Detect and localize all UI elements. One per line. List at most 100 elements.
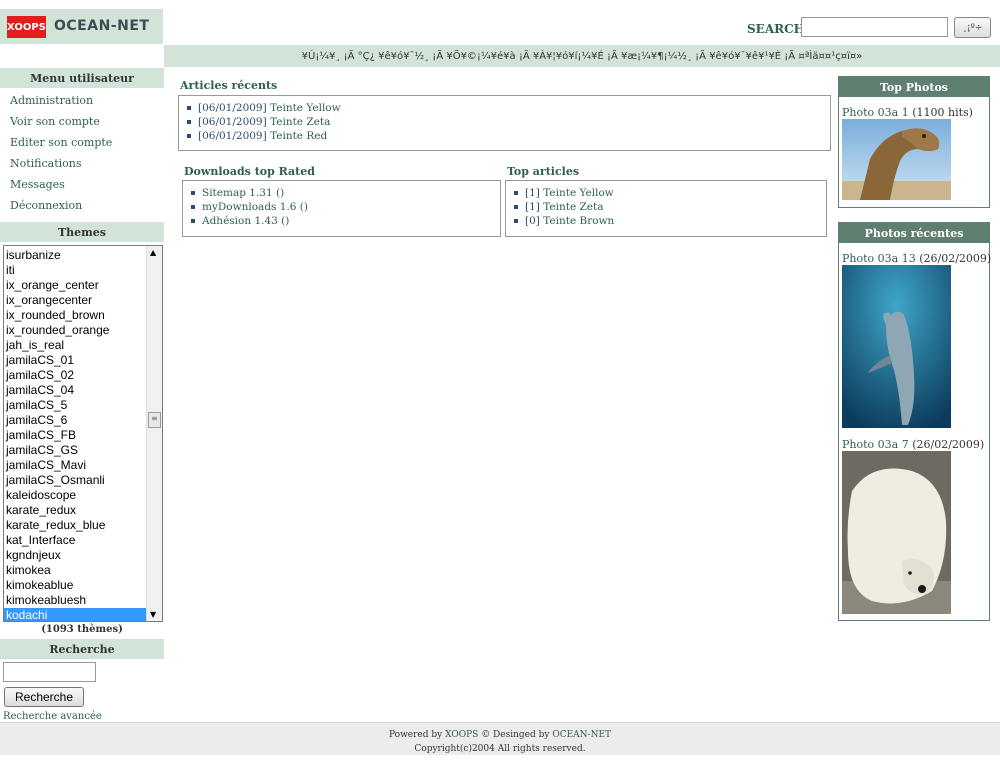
scroll-up-arrow-icon[interactable]: ▲: [150, 248, 156, 257]
user-menu-item-deconnexion[interactable]: Déconnexion: [10, 196, 164, 217]
articles-recents-box: [06/01/2009] Teinte Yellow [06/01/2009] …: [178, 95, 831, 151]
list-item[interactable]: [06/01/2009] Teinte Zeta: [187, 115, 830, 129]
themes-title: Themes: [0, 222, 164, 242]
theme-option[interactable]: kgndnjeux: [4, 548, 146, 563]
dolphin-photo[interactable]: [842, 265, 951, 428]
main-nav-bar[interactable]: ¥Ú¡¼¥¸ ¡Ã °Ç¿ ¥ê¥ó¥¯½¸ ¡Ã ¥Õ¥©¡¼¥é¥à ¡Ã …: [164, 45, 1000, 67]
theme-option[interactable]: jamilaCS_01: [4, 353, 146, 368]
bullet-icon: [191, 205, 195, 209]
theme-option[interactable]: ix_rounded_brown: [4, 308, 146, 323]
theme-select-list[interactable]: isurbanize iti ix_orange_center ix_orangece…: [3, 245, 163, 622]
theme-option[interactable]: kimokeabluesh: [4, 593, 146, 608]
article-link[interactable]: Teinte Brown: [543, 215, 614, 227]
scroll-down-arrow-icon[interactable]: ▼: [150, 610, 156, 619]
photo-link[interactable]: Photo 03a 13: [842, 252, 916, 265]
article-link[interactable]: Teinte Yellow: [270, 102, 341, 114]
theme-option[interactable]: jamilaCS_Mavi: [4, 458, 146, 473]
photo-caption: Photo 03a 1 (1100 hits): [842, 106, 973, 119]
camel-photo-icon: [842, 119, 951, 200]
theme-option[interactable]: ix_orangecenter: [4, 293, 146, 308]
theme-option[interactable]: kaleidoscope: [4, 488, 146, 503]
list-item[interactable]: [0] Teinte Brown: [514, 214, 826, 228]
user-menu-item-administration[interactable]: Administration: [10, 91, 164, 112]
user-menu-item-voir-compte[interactable]: Voir son compte: [10, 112, 164, 133]
theme-count: (1093 thèmes): [0, 624, 164, 635]
theme-option[interactable]: jamilaCS_FB: [4, 428, 146, 443]
list-item[interactable]: [1] Teinte Yellow: [514, 186, 826, 200]
top-photos-title: Top Photos: [839, 77, 989, 97]
polar-bear-photo[interactable]: [842, 451, 951, 614]
top-articles-title: Top articles: [507, 165, 580, 178]
theme-option[interactable]: kat_Interface: [4, 533, 146, 548]
article-link[interactable]: Teinte Zeta: [270, 116, 330, 128]
theme-option[interactable]: jamilaCS_Osmanli: [4, 473, 146, 488]
search-input[interactable]: [801, 17, 948, 37]
downloads-top-list: Sitemap 1.31 () myDownloads 1.6 () Adhés…: [183, 181, 500, 228]
site-logo[interactable]: XOOPS OCEAN-NET: [0, 9, 163, 44]
user-menu-block: Menu utilisateur Administration Voir son…: [0, 68, 164, 217]
theme-option[interactable]: ix_rounded_orange: [4, 323, 146, 338]
photo-link[interactable]: Photo 03a 7: [842, 438, 909, 451]
downloads-top-title: Downloads top Rated: [184, 165, 315, 178]
user-menu-item-editer-compte[interactable]: Editer son compte: [10, 133, 164, 154]
xoops-logo-badge: XOOPS: [7, 16, 46, 38]
recherche-avancee-link[interactable]: Recherche avancée: [3, 711, 102, 722]
user-menu-item-notifications[interactable]: Notifications: [10, 154, 164, 175]
top-photos-block: Top Photos Photo 03a 1 (1100 hits): [838, 76, 990, 208]
designed-by-text: © Desinged by: [478, 730, 553, 740]
camel-photo[interactable]: [842, 119, 951, 200]
photo-info: (26/02/2009): [908, 438, 985, 451]
theme-option[interactable]: jamilaCS_6: [4, 413, 146, 428]
list-item[interactable]: [06/01/2009] Teinte Red: [187, 129, 830, 143]
xoops-link[interactable]: XOOPS: [445, 730, 478, 740]
article-link[interactable]: Teinte Yellow: [543, 187, 614, 199]
download-link[interactable]: Adhésion 1.43 (): [202, 215, 289, 227]
list-item[interactable]: Sitemap 1.31 (): [191, 186, 500, 200]
theme-option[interactable]: jamilaCS_04: [4, 383, 146, 398]
user-menu-item-messages[interactable]: Messages: [10, 175, 164, 196]
theme-items: isurbanize iti ix_orange_center ix_orangece…: [4, 248, 146, 621]
theme-option[interactable]: jah_is_real: [4, 338, 146, 353]
articles-recents-list: [06/01/2009] Teinte Yellow [06/01/2009] …: [179, 96, 830, 143]
download-link[interactable]: myDownloads 1.6 (): [202, 201, 308, 213]
article-link[interactable]: Teinte Zeta: [543, 201, 603, 213]
theme-option[interactable]: jamilaCS_02: [4, 368, 146, 383]
theme-option[interactable]: jamilaCS_GS: [4, 443, 146, 458]
list-item[interactable]: myDownloads 1.6 (): [191, 200, 500, 214]
recherche-title: Recherche: [0, 639, 164, 659]
theme-option[interactable]: iti: [4, 263, 146, 278]
powered-by-text: Powered by: [388, 730, 446, 740]
theme-option[interactable]: isurbanize: [4, 248, 146, 263]
left-sidebar: Menu utilisateur Administration Voir son…: [0, 68, 164, 722]
footer-copyright: Copyright(c)2004 All rights reserved.: [414, 744, 586, 754]
theme-option[interactable]: karate_redux_blue: [4, 518, 146, 533]
theme-option[interactable]: ix_orange_center: [4, 278, 146, 293]
list-item[interactable]: Adhésion 1.43 (): [191, 214, 500, 228]
theme-option[interactable]: jamilaCS_5: [4, 398, 146, 413]
theme-option[interactable]: kimokea: [4, 563, 146, 578]
theme-option[interactable]: kimokeablue: [4, 578, 146, 593]
photo-info: (1100 hits): [908, 106, 973, 119]
search-button[interactable]: ¸¡º÷: [954, 17, 991, 38]
article-date: [06/01/2009]: [198, 130, 267, 142]
article-link[interactable]: Teinte Red: [270, 130, 327, 142]
header: XOOPS OCEAN-NET SEARCH ¸¡º÷: [0, 0, 1000, 44]
oceannet-link[interactable]: OCEAN-NET: [552, 730, 611, 740]
articles-recents-title: Articles récents: [180, 79, 278, 92]
theme-scrollbar[interactable]: ▲ ≡ ▼: [146, 246, 162, 621]
list-item[interactable]: [06/01/2009] Teinte Yellow: [187, 101, 830, 115]
search-label: SEARCH: [747, 22, 805, 36]
theme-option[interactable]: kodachi: [4, 608, 146, 621]
article-rank: [1]: [525, 201, 540, 213]
nav-links-text[interactable]: ¥Ú¡¼¥¸ ¡Ã °Ç¿ ¥ê¥ó¥¯½¸ ¡Ã ¥Õ¥©¡¼¥é¥à ¡Ã …: [302, 51, 863, 62]
scroll-thumb[interactable]: ≡: [148, 412, 161, 428]
photos-recentes-title: Photos récentes: [839, 223, 989, 243]
recherche-input[interactable]: [3, 662, 96, 682]
recherche-button[interactable]: Recherche: [4, 687, 84, 707]
download-link[interactable]: Sitemap 1.31 (): [202, 187, 284, 199]
theme-option[interactable]: karate_redux: [4, 503, 146, 518]
photo-link[interactable]: Photo 03a 1: [842, 106, 909, 119]
list-item[interactable]: [1] Teinte Zeta: [514, 200, 826, 214]
bullet-icon: [187, 120, 191, 124]
polar-bear-photo-icon: [842, 451, 951, 614]
